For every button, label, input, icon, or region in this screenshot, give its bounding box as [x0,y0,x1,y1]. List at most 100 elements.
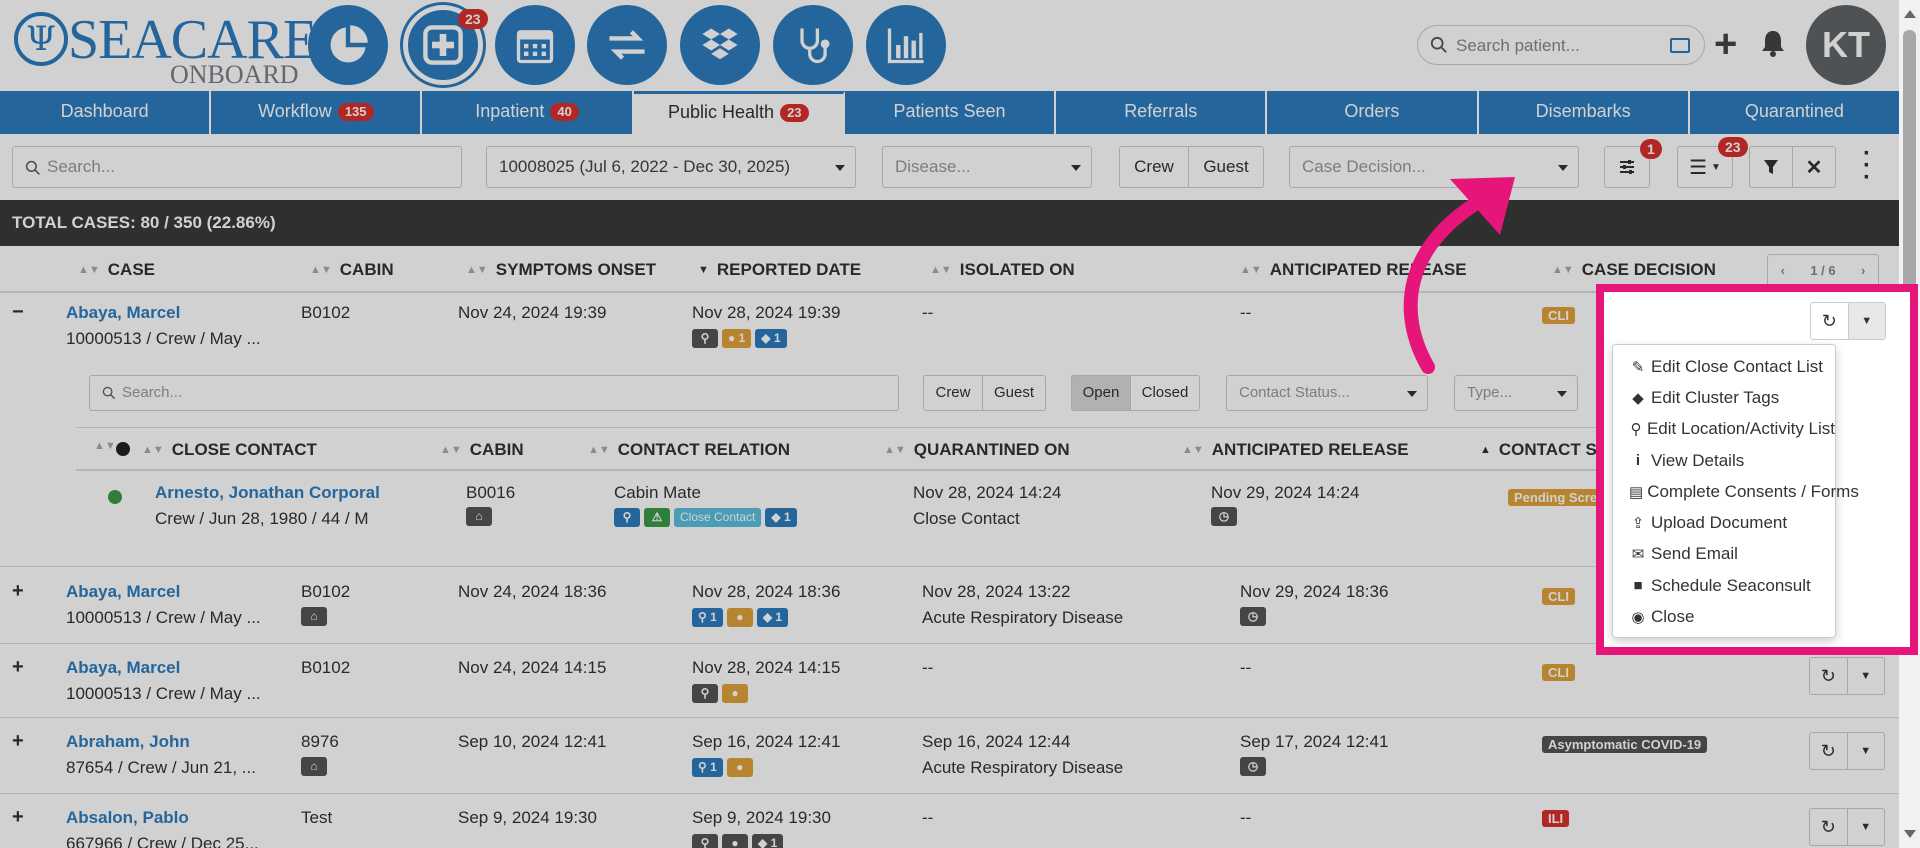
menu-edit-cluster-tags[interactable]: ◆ Edit Cluster Tags [1613,382,1835,413]
map-marker-chip[interactable]: ⚲ 1 [692,608,723,628]
table-row[interactable]: + Absalon, Pablo 667966 / Crew / Dec 25..… [0,794,1899,848]
patient-name-link[interactable]: Abaya, Marcel [66,303,180,322]
sort-icon[interactable]: ▲▼ [94,440,116,452]
contact-crew-button[interactable]: Crew [923,375,983,411]
patient-name-link[interactable]: Abraham, John [66,732,190,751]
refresh-button[interactable]: ↻ [1810,658,1848,694]
col-contact-release[interactable]: ▲▼ ANTICIPATED RELEASE [1182,440,1409,460]
expand-row-button[interactable]: + [12,580,24,603]
card-scan-icon[interactable] [1670,38,1690,53]
users-icon[interactable]: ● [726,608,753,628]
contact-guest-button[interactable]: Guest [982,375,1046,411]
menu-upload-document[interactable]: ⇪ Upload Document [1613,507,1835,538]
map-marker-icon[interactable]: ⚲ [692,329,718,349]
dropbox-icon[interactable] [680,5,760,85]
dashboard-pie-icon[interactable] [308,5,388,85]
col-quarantined-on[interactable]: ▲▼ QUARANTINED ON [884,440,1070,460]
calendar-icon[interactable] [495,5,575,85]
disease-select[interactable]: Disease... [882,146,1092,188]
tab-inpatient[interactable]: Inpatient 40 [422,91,634,134]
user-avatar[interactable]: KT [1806,5,1886,85]
col-cabin[interactable]: ▲▼ CABIN [310,260,394,280]
tab-quarantined[interactable]: Quarantined [1690,91,1899,134]
prev-page-button[interactable]: ‹ [1781,263,1785,278]
clock-icon[interactable]: ◷ [1211,507,1237,526]
patient-name-link[interactable]: Abaya, Marcel [66,658,180,677]
scroll-down-icon[interactable] [1904,830,1916,838]
tab-workflow[interactable]: Workflow 135 [211,91,423,134]
tab-public-health[interactable]: Public Health 23 [633,91,845,134]
menu-edit-close-contact-list[interactable]: ✎ Edit Close Contact List [1613,351,1835,382]
col-close-contact[interactable]: ▲▼ CLOSE CONTACT [142,440,317,460]
next-page-button[interactable]: › [1861,263,1865,278]
clear-filter-button[interactable]: ✕ [1792,146,1836,188]
contact-status-select[interactable]: Contact Status... [1226,375,1428,411]
add-icon[interactable]: + [1714,22,1737,67]
home-icon[interactable]: ⌂ [301,607,327,626]
stethoscope-icon[interactable] [773,5,853,85]
menu-close[interactable]: ◉ Close [1613,601,1835,632]
tab-referrals[interactable]: Referrals [1056,91,1268,134]
home-icon[interactable]: ⌂ [301,757,327,776]
more-vertical-icon[interactable]: · · · [1862,142,1872,190]
close-contact-tag[interactable]: Close Contact [674,508,762,528]
collapse-row-button[interactable]: − [12,301,24,324]
contact-open-button[interactable]: Open [1071,375,1131,411]
expand-row-button[interactable]: + [12,730,24,753]
contact-search-input[interactable]: Search... [89,375,899,411]
menu-send-email[interactable]: ✉ Send Email [1613,539,1835,570]
table-row[interactable]: + Abraham, John 87654 / Crew / Jun 21, ..… [0,718,1899,794]
menu-edit-location-activity[interactable]: ⚲ Edit Location/Activity List [1613,414,1835,445]
row-menu-toggle[interactable]: ▼ [1848,733,1885,769]
refresh-button[interactable]: ↻ [1810,809,1848,845]
menu-view-details[interactable]: i View Details [1613,445,1835,476]
col-case-decision[interactable]: ▲▼ CASE DECISION [1552,260,1716,280]
tag-chip[interactable]: ◆ 1 [752,834,784,848]
map-marker-icon[interactable]: ⚲ [614,508,640,528]
patient-name-link[interactable]: Abaya, Marcel [66,582,180,601]
patient-search-input[interactable]: Search patient... [1417,25,1705,65]
tag-chip[interactable]: ◆ 1 [765,508,797,528]
voyage-select[interactable]: 10008025 (Jul 6, 2022 - Dec 30, 2025) [486,146,856,188]
row-menu-toggle[interactable]: ▼ [1848,809,1885,845]
menu-complete-consents[interactable]: ▤ Complete Consents / Forms [1613,476,1859,507]
bar-chart-icon[interactable] [866,5,946,85]
menu-schedule-seaconsult[interactable]: ■ Schedule Seaconsult [1613,570,1835,601]
users-chip[interactable]: ● 1 [722,329,752,349]
row-menu-toggle[interactable]: ▼ [1848,303,1885,339]
expand-row-button[interactable]: + [12,806,24,829]
col-reported-date[interactable]: ▼ REPORTED DATE [698,260,861,280]
map-marker-icon[interactable]: ⚲ [692,834,718,848]
col-contact-relation[interactable]: ▲▼ CONTACT RELATION [588,440,790,460]
refresh-button[interactable]: ↻ [1810,733,1848,769]
tag-chip[interactable]: ◆ 1 [755,329,787,349]
clock-icon[interactable]: ◷ [1240,757,1266,776]
users-icon[interactable]: ● [722,684,748,704]
table-row[interactable]: + Abaya, Marcel 10000513 / Crew / May ...… [0,644,1899,718]
tab-orders[interactable]: Orders [1267,91,1479,134]
tab-dashboard[interactable]: Dashboard [0,91,212,134]
contact-name-link[interactable]: Arnesto, Jonathan Corporal [155,483,380,502]
col-case[interactable]: ▲▼ CASE [78,260,155,280]
col-symptoms-onset[interactable]: ▲▼ SYMPTOMS ONSET [466,260,656,280]
users-icon[interactable]: ● [726,758,753,778]
seacare-logo[interactable]: Ψ SEACARE ONBOARD [14,10,317,89]
contact-type-select[interactable]: Type... [1454,375,1578,411]
warning-icon[interactable]: ⚠ [644,508,670,528]
refresh-button[interactable]: ↻ [1811,303,1849,339]
users-icon[interactable]: ● [722,834,748,848]
col-isolated-on[interactable]: ▲▼ ISOLATED ON [930,260,1075,280]
guest-filter-button[interactable]: Guest [1188,146,1264,188]
clock-icon[interactable]: ◷ [1240,607,1266,626]
transfer-arrows-icon[interactable] [587,5,667,85]
tab-disembarks[interactable]: Disembarks [1479,91,1690,134]
contact-closed-button[interactable]: Closed [1130,375,1200,411]
case-search-input[interactable]: Search... [12,146,462,188]
tab-patients-seen[interactable]: Patients Seen [845,91,1057,134]
col-contact-cabin[interactable]: ▲▼ CABIN [440,440,524,460]
crew-filter-button[interactable]: Crew [1119,146,1189,188]
filter-button[interactable] [1749,146,1793,188]
row-menu-toggle[interactable]: ▼ [1848,658,1885,694]
expand-row-button[interactable]: + [12,656,24,679]
map-marker-icon[interactable]: ⚲ [692,684,718,704]
